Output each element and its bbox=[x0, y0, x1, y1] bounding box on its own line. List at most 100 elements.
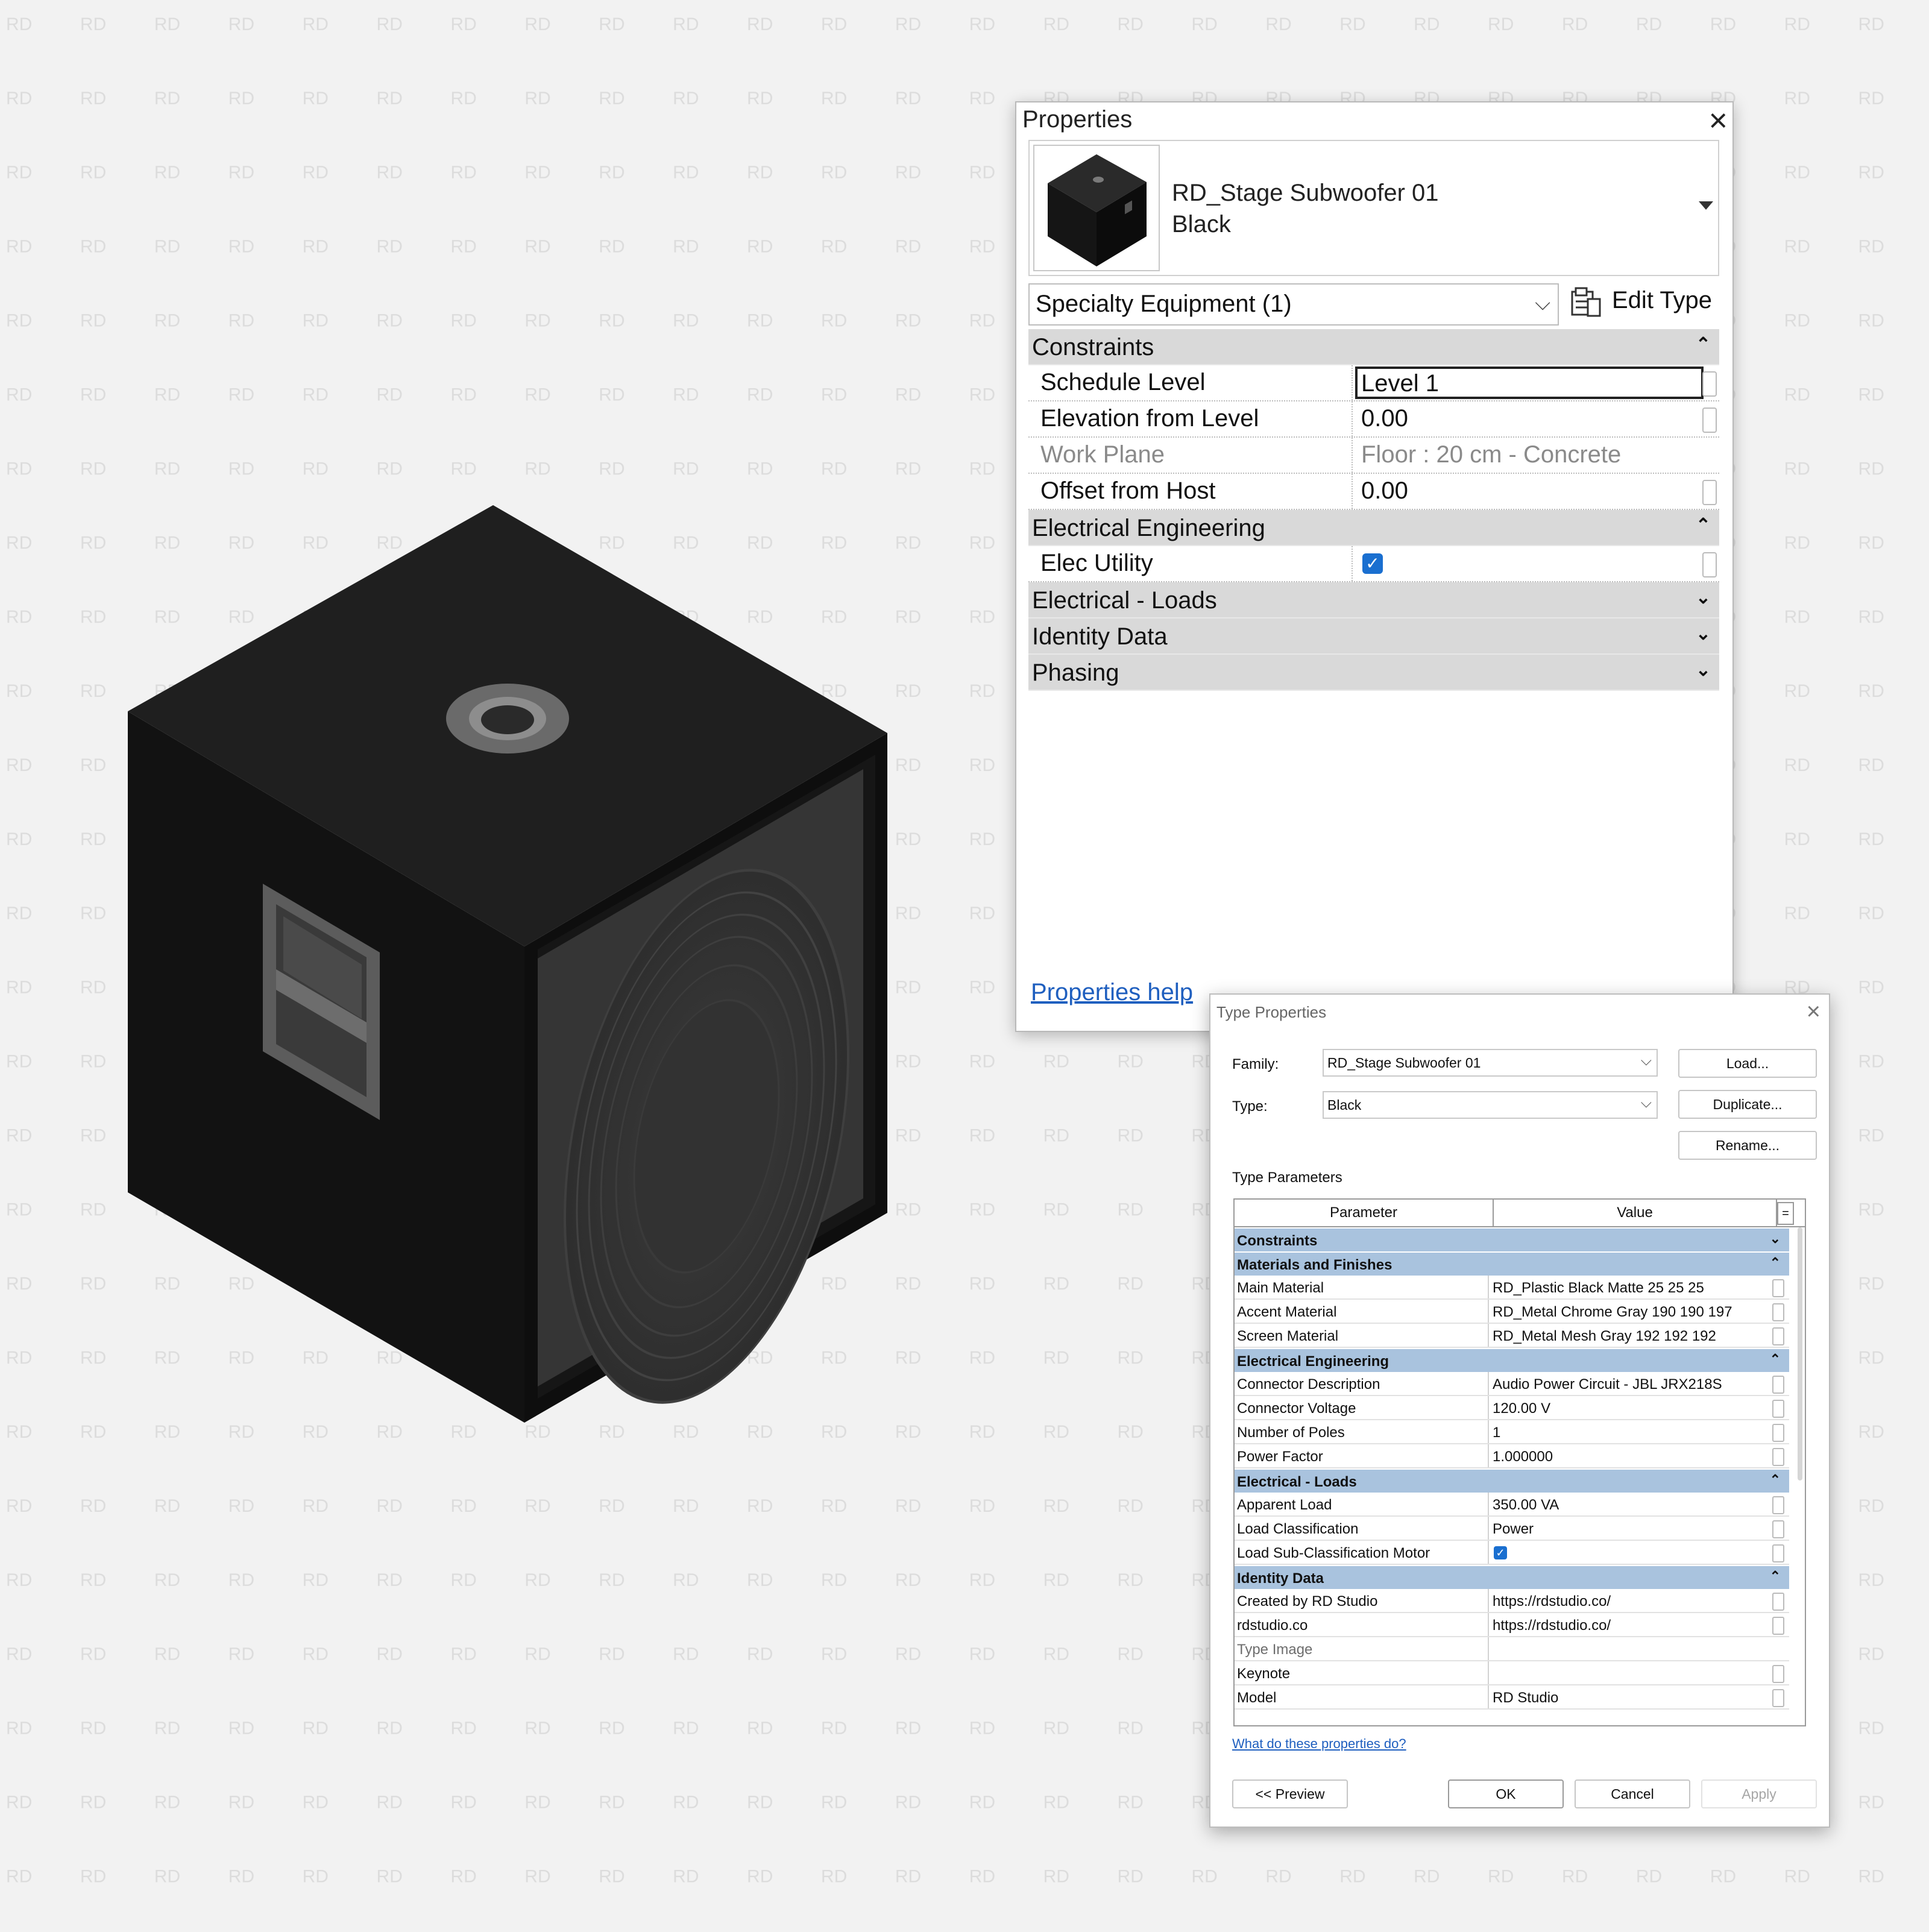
parameter-button[interactable] bbox=[1772, 1279, 1784, 1297]
property-row: Offset from Host 0.00 bbox=[1028, 474, 1719, 510]
family-select[interactable]: RD_Stage Subwoofer 01 ⌵ bbox=[1323, 1049, 1658, 1077]
type-group-constraints[interactable]: Constraints ⌄ bbox=[1235, 1227, 1789, 1251]
table-row[interactable]: Apparent Load 350.00 VA bbox=[1235, 1493, 1789, 1517]
cancel-button[interactable]: Cancel bbox=[1575, 1779, 1690, 1808]
parameter-name: Main Material bbox=[1237, 1280, 1324, 1296]
type-group-identity-data[interactable]: Identity Data ⌃ bbox=[1235, 1565, 1789, 1589]
close-icon[interactable]: × bbox=[1708, 102, 1728, 139]
group-phasing[interactable]: Phasing ⌄ bbox=[1028, 655, 1719, 691]
properties-help-link[interactable]: Properties help bbox=[1031, 979, 1193, 1006]
load-button[interactable]: Load... bbox=[1678, 1049, 1817, 1078]
parameter-button[interactable] bbox=[1772, 1593, 1784, 1611]
parameter-button[interactable] bbox=[1772, 1448, 1784, 1466]
type-dropdown-icon[interactable] bbox=[1699, 201, 1713, 210]
parameter-button[interactable] bbox=[1772, 1400, 1784, 1418]
parameter-name: Connector Description bbox=[1237, 1376, 1380, 1392]
elec-utility-field: ✓ bbox=[1355, 546, 1704, 581]
parameter-button[interactable] bbox=[1772, 1327, 1784, 1345]
type-parameters-table: Parameter Value = Constraints ⌄ Material… bbox=[1233, 1198, 1806, 1726]
rename-button[interactable]: Rename... bbox=[1678, 1131, 1817, 1160]
table-row[interactable]: rdstudio.co https://rdstudio.co/ bbox=[1235, 1613, 1789, 1637]
parameter-button[interactable] bbox=[1772, 1520, 1784, 1538]
family-label: Family: bbox=[1232, 1056, 1279, 1072]
ok-button[interactable]: OK bbox=[1448, 1779, 1564, 1808]
type-select[interactable]: Black ⌵ bbox=[1323, 1091, 1658, 1119]
group-identity-data[interactable]: Identity Data ⌄ bbox=[1028, 618, 1719, 655]
group-name: Identity Data bbox=[1237, 1570, 1324, 1587]
parameter-value: https://rdstudio.co/ bbox=[1493, 1593, 1611, 1609]
parameter-name: Load Sub-Classification Motor bbox=[1237, 1545, 1430, 1561]
group-constraints[interactable]: Constraints ⌃ bbox=[1028, 329, 1719, 365]
chevron-down-icon: ⌵ bbox=[1535, 292, 1550, 315]
type-parameters-label: Type Parameters bbox=[1232, 1169, 1342, 1186]
collapse-icon: ⌃ bbox=[1769, 1472, 1781, 1487]
table-row[interactable]: Load Classification Power bbox=[1235, 1517, 1789, 1541]
table-row[interactable]: Keynote bbox=[1235, 1661, 1789, 1685]
parameter-button[interactable] bbox=[1702, 552, 1717, 577]
group-electrical-loads[interactable]: Electrical - Loads ⌄ bbox=[1028, 582, 1719, 618]
parameter-name: Connector Voltage bbox=[1237, 1400, 1356, 1417]
table-row[interactable]: Screen Material RD_Metal Mesh Gray 192 19… bbox=[1235, 1324, 1789, 1348]
parameter-button[interactable] bbox=[1772, 1617, 1784, 1635]
schedule-level-field[interactable]: Level 1 bbox=[1355, 367, 1704, 399]
parameter-button[interactable] bbox=[1772, 1544, 1784, 1562]
group-name: Electrical - Loads bbox=[1032, 587, 1217, 614]
expand-icon: ⌄ bbox=[1695, 588, 1711, 608]
instance-properties-grid: Constraints ⌃ Schedule Level Level 1 Ele… bbox=[1028, 329, 1719, 691]
chevron-down-icon: ⌵ bbox=[1640, 1095, 1652, 1111]
parameter-button[interactable] bbox=[1772, 1665, 1784, 1683]
type-group-electrical-loads[interactable]: Electrical - Loads ⌃ bbox=[1235, 1468, 1789, 1493]
property-row: Elec Utility ✓ bbox=[1028, 546, 1719, 582]
duplicate-button[interactable]: Duplicate... bbox=[1678, 1090, 1817, 1119]
group-electrical-engineering[interactable]: Electrical Engineering ⌃ bbox=[1028, 510, 1719, 546]
parameter-button[interactable] bbox=[1772, 1496, 1784, 1514]
type-group-materials[interactable]: Materials and Finishes ⌃ bbox=[1235, 1251, 1789, 1276]
table-row[interactable]: Accent Material RD_Metal Chrome Gray 190 … bbox=[1235, 1300, 1789, 1324]
parameter-button[interactable] bbox=[1702, 407, 1717, 433]
parameter-button[interactable] bbox=[1772, 1303, 1784, 1321]
table-scrollbar[interactable] bbox=[1798, 1227, 1802, 1480]
type-value: Black bbox=[1172, 211, 1231, 238]
preview-button[interactable]: << Preview bbox=[1232, 1779, 1348, 1808]
table-row[interactable]: Connector Description Audio Power Circuit… bbox=[1235, 1372, 1789, 1396]
table-row[interactable]: Main Material RD_Plastic Black Matte 25 2… bbox=[1235, 1276, 1789, 1300]
elevation-field[interactable]: 0.00 bbox=[1355, 401, 1704, 436]
parameter-value: RD_Metal Mesh Gray 192 192 192 bbox=[1493, 1328, 1716, 1344]
group-name: Electrical - Loads bbox=[1237, 1474, 1357, 1490]
table-row[interactable]: Power Factor 1.000000 bbox=[1235, 1444, 1789, 1468]
expand-icon: ⌄ bbox=[1769, 1231, 1781, 1246]
table-row[interactable]: Connector Voltage 120.00 V bbox=[1235, 1396, 1789, 1420]
parameter-button[interactable] bbox=[1772, 1424, 1784, 1442]
category-filter-select[interactable]: Specialty Equipment (1) ⌵ bbox=[1028, 283, 1559, 326]
subwoofer-3d-view[interactable] bbox=[0, 0, 964, 1929]
group-name: Phasing bbox=[1032, 659, 1119, 686]
offset-field[interactable]: 0.00 bbox=[1355, 474, 1704, 509]
parameter-button[interactable] bbox=[1772, 1376, 1784, 1394]
type-thumbnail bbox=[1033, 145, 1160, 271]
type-selector[interactable]: RD_Stage Subwoofer 01 Black bbox=[1028, 140, 1719, 276]
edit-type-label: Edit Type bbox=[1612, 287, 1713, 313]
table-row[interactable]: Load Sub-Classification Motor ✓ bbox=[1235, 1541, 1789, 1565]
column-parameter: Parameter bbox=[1235, 1200, 1494, 1226]
parameter-name: Power Factor bbox=[1237, 1449, 1323, 1465]
parameter-button[interactable] bbox=[1772, 1689, 1784, 1707]
apply-button[interactable]: Apply bbox=[1701, 1779, 1817, 1808]
property-name: Work Plane bbox=[1040, 441, 1165, 468]
properties-help-link[interactable]: What do these properties do? bbox=[1232, 1736, 1406, 1752]
parameter-button[interactable] bbox=[1702, 480, 1717, 505]
table-row[interactable]: Type Image bbox=[1235, 1637, 1789, 1661]
elec-utility-checkbox[interactable]: ✓ bbox=[1362, 553, 1383, 574]
parameter-name: Type Image bbox=[1237, 1641, 1313, 1658]
group-name: Constraints bbox=[1032, 334, 1154, 360]
table-row[interactable]: Number of Poles 1 bbox=[1235, 1420, 1789, 1444]
table-row[interactable]: Model RD Studio bbox=[1235, 1685, 1789, 1710]
parameter-value: Audio Power Circuit - JBL JRX218S bbox=[1493, 1376, 1722, 1392]
type-group-electrical-engineering[interactable]: Electrical Engineering ⌃ bbox=[1235, 1348, 1789, 1372]
formula-column-button[interactable]: = bbox=[1777, 1202, 1794, 1225]
parameter-name: Keynote bbox=[1237, 1666, 1291, 1682]
parameter-button[interactable] bbox=[1702, 371, 1717, 397]
category-filter-value: Specialty Equipment (1) bbox=[1036, 291, 1292, 317]
close-icon[interactable]: × bbox=[1807, 998, 1820, 1025]
load-sub-classification-checkbox[interactable]: ✓ bbox=[1494, 1546, 1507, 1559]
table-row[interactable]: Created by RD Studio https://rdstudio.co/ bbox=[1235, 1589, 1789, 1613]
